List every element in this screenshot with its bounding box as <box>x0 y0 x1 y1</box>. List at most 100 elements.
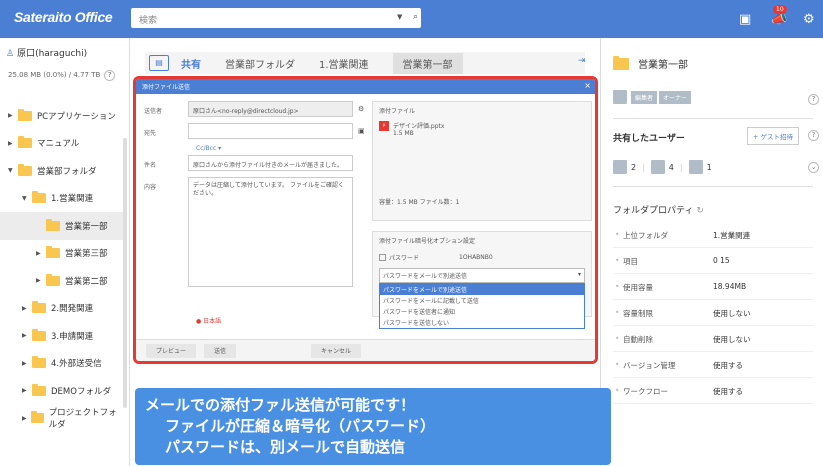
user-icon: ♙ <box>6 49 15 59</box>
promo-banner: メールでの添付ファル送信が可能です！ ファイルが圧縮＆暗号化（パスワード） パス… <box>135 388 611 465</box>
banner-line: メールでの添付ファル送信が可能です！ <box>145 396 416 414</box>
folder-icon <box>18 136 32 149</box>
chevron-right-icon[interactable]: ▶ <box>36 250 46 257</box>
tree-item-selected[interactable]: 営業第一部 <box>0 212 125 240</box>
sidebar: ♙ 原口(haraguchi) 25.08 MB (0.0%) / 4.77 TB… <box>0 38 130 466</box>
close-icon[interactable]: × <box>584 81 591 90</box>
gear-icon[interactable]: ⚙ <box>358 105 364 113</box>
sidebar-scrollbar[interactable] <box>123 138 127 408</box>
megaphone-icon[interactable]: 📣 <box>771 12 787 27</box>
office-app-icon[interactable]: ▣ <box>739 12 751 27</box>
folder-title: 営業第一部 <box>613 55 688 71</box>
chevron-right-icon[interactable]: ▶ <box>22 360 32 367</box>
guest-icon[interactable] <box>688 160 703 174</box>
chevron-right-icon[interactable]: ▶ <box>22 387 32 394</box>
folder-icon <box>18 163 32 176</box>
select-option[interactable]: パスワードを送信しない <box>380 317 584 328</box>
search-icon[interactable]: ⌕ <box>413 12 418 22</box>
property-row: ワークフロー使用する <box>613 378 813 404</box>
help-icon[interactable]: ? <box>808 94 819 105</box>
help-icon[interactable]: ? <box>808 130 819 141</box>
attachment-file[interactable]: P デザイン評価.pptx 1.5 MB <box>379 121 585 137</box>
refresh-icon[interactable]: ↻ <box>696 206 704 216</box>
tree-item[interactable]: ▶ 3.申請関連 <box>0 322 125 350</box>
group-icon[interactable] <box>613 160 627 174</box>
top-bar: Sateraito Office 検索 ▼ ⌕ ▣ 📣 10 ⚙ <box>0 0 823 38</box>
select-option[interactable]: パスワードをメールで別途送信 <box>380 284 584 295</box>
pptx-icon: P <box>379 121 389 131</box>
mail-form: 送信者 原口さん<no-reply@directcloud.jp> ⚙ 宛先 ▣… <box>144 101 366 325</box>
divider <box>613 118 813 119</box>
breadcrumb-item[interactable]: 営業第一部 <box>392 52 463 74</box>
tree-item[interactable]: ▶ 2.開発関連 <box>0 295 125 323</box>
property-row: バージョン管理使用する <box>613 352 813 378</box>
folder-icon <box>18 108 32 121</box>
password-checkbox[interactable] <box>379 254 386 261</box>
tree-item[interactable]: ▶ プロジェクトフォルダ <box>0 405 125 433</box>
breadcrumb-item[interactable]: 1.営業関連 <box>319 56 369 71</box>
tree-item[interactable]: ▶ 4.外部送受信 <box>0 350 125 378</box>
search-bar[interactable]: 検索 ▼ ⌕ <box>131 8 421 28</box>
breadcrumb: ▤ 共有 営業部フォルダ 1.営業関連 営業第一部 <box>145 52 585 74</box>
chevron-down-icon[interactable]: ⌄ <box>808 162 819 173</box>
folder-icon <box>32 356 46 369</box>
password-label: パスワード <box>389 255 420 262</box>
body-row: 内容 データは圧縮して添付しています。 ファイルをご確認ください。 <box>144 177 366 287</box>
chevron-right-icon[interactable]: ▶ <box>36 277 46 284</box>
chevron-down-icon[interactable]: ▼ <box>8 167 18 174</box>
cancel-button[interactable]: キャンセル <box>311 344 362 358</box>
to-field[interactable] <box>188 123 353 139</box>
tree-item[interactable]: ▶ PCアプリケーション <box>0 102 125 130</box>
banner-line: ファイルが圧縮＆暗号化（パスワード） <box>165 417 436 435</box>
chevron-right-icon[interactable]: ▶ <box>22 415 31 422</box>
select-option[interactable]: パスワードを送信者に通知 <box>380 306 584 317</box>
tree-item[interactable]: ▶ 営業第三部 <box>0 240 125 268</box>
tree-item[interactable]: ▶ DEMOフォルダ <box>0 377 125 405</box>
to-row: 宛先 ▣ <box>144 123 366 141</box>
invite-guest-button[interactable]: + ゲスト招待 <box>747 127 800 145</box>
tree-item[interactable]: ▼ 1.営業関連 <box>0 185 125 213</box>
gear-icon[interactable]: ⚙ <box>803 12 815 27</box>
address-book-icon[interactable]: ▣ <box>358 127 365 135</box>
notification-badge: 10 <box>773 5 787 14</box>
encryption-panel: 添付ファイル暗号化オプション設定 パスワード 1OHABNB0 パスワードをメー… <box>372 231 592 329</box>
attachment-list: 添付ファイル P デザイン評価.pptx 1.5 MB 容量：1.5 MB ファイ… <box>372 101 592 221</box>
tree-item[interactable]: ▶ 営業第二部 <box>0 267 125 295</box>
subject-field[interactable]: 原口さんから添付ファイル付きのメールが届きました。 <box>188 155 353 171</box>
help-icon[interactable]: ? <box>104 70 116 81</box>
body-field[interactable]: データは圧縮して添付しています。 ファイルをご確認ください。 <box>188 177 353 287</box>
cc-bcc-link[interactable]: Cc/Bcc ▾ <box>196 145 221 152</box>
divider <box>613 186 813 187</box>
preview-button[interactable]: プレビュー <box>146 344 197 358</box>
password-delivery-select[interactable]: パスワードをメールで別途送信 ▾ <box>379 268 585 283</box>
language-note[interactable]: ● 日本語 <box>196 316 221 325</box>
attach-send-dialog: 添付ファイル送信 × 送信者 原口さん<no-reply@directcloud… <box>133 76 598 364</box>
breadcrumb-item[interactable]: 営業部フォルダ <box>225 56 295 71</box>
from-field[interactable]: 原口さん<no-reply@directcloud.jp> <box>188 101 353 117</box>
tree-item[interactable]: ▶ マニュアル <box>0 130 125 158</box>
chevron-down-icon[interactable]: ▼ <box>397 13 402 21</box>
collapse-panel-icon[interactable]: ⇥ <box>578 56 586 66</box>
password-row: パスワード 1OHABNB0 <box>379 253 585 262</box>
shared-user-counts: 2 | 4 | 1 <box>613 160 712 174</box>
banner-line: パスワードは、別メールで自動送信 <box>165 438 406 456</box>
folder-info-panel: 営業第一部 編集者 オーナー ? 共有したユーザー + ゲスト招待 ? 2 | 4… <box>600 38 823 466</box>
folder-icon <box>46 273 60 286</box>
chevron-right-icon[interactable]: ▶ <box>8 112 18 119</box>
chevron-right-icon[interactable]: ▶ <box>22 332 32 339</box>
chevron-right-icon[interactable]: ▶ <box>8 140 18 147</box>
chevron-right-icon[interactable]: ▶ <box>22 305 32 312</box>
user-icon[interactable] <box>650 160 665 174</box>
select-option[interactable]: パスワードをメールに記載して送信 <box>380 295 584 306</box>
share-home-icon[interactable]: ▤ <box>149 55 169 71</box>
password-value[interactable]: 1OHABNB0 <box>459 254 493 261</box>
user-name[interactable]: ♙ 原口(haraguchi) <box>6 46 87 59</box>
shared-users-title: 共有したユーザー <box>613 134 685 144</box>
chevron-down-icon[interactable]: ▼ <box>22 195 32 202</box>
role-tag: オーナー <box>659 90 692 104</box>
tree-item[interactable]: ▼ 営業部フォルダ <box>0 157 125 185</box>
search-input[interactable]: 検索 <box>139 13 157 26</box>
app-logo[interactable]: Sateraito Office <box>14 9 113 25</box>
send-button[interactable]: 送信 <box>204 344 237 358</box>
breadcrumb-item[interactable]: 共有 <box>181 56 201 71</box>
